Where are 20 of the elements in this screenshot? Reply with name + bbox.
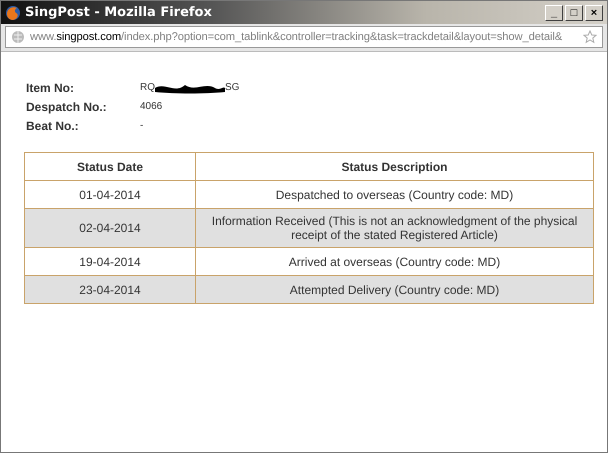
field-value: RQ <box>140 82 155 93</box>
field-label: Despatch No.: <box>26 100 108 114</box>
field-label: Item No: <box>26 80 75 94</box>
table-cell: Information Received (This is not an acknowledgment of the physical receipt of the stated Registered Article) <box>196 208 594 248</box>
field-value: SG <box>225 82 240 93</box>
maximize-button[interactable]: □ <box>565 4 583 20</box>
field-value: - <box>140 120 144 131</box>
column-header: Status Date <box>24 152 196 180</box>
minimize-button[interactable]: _ <box>545 4 563 20</box>
table-cell: 23-04-2014 <box>24 276 196 304</box>
address-field[interactable]: www.singpost.com/index.php?option=com_tablink&controller=tracking&task=trackdetail&layout=show_detail& <box>5 26 603 48</box>
window-title: SingPost - Mozilla Firefox <box>25 5 212 20</box>
field-label: Beat No.: <box>26 118 80 132</box>
close-button[interactable]: × <box>585 4 603 20</box>
field-value: 4066 <box>140 101 162 112</box>
column-header: Status Description <box>196 152 594 180</box>
table-cell: 02-04-2014 <box>24 208 196 248</box>
table-cell: Attempted Delivery (Country code: MD) <box>196 276 594 304</box>
globe-icon <box>11 30 25 44</box>
star-icon[interactable] <box>583 30 597 44</box>
